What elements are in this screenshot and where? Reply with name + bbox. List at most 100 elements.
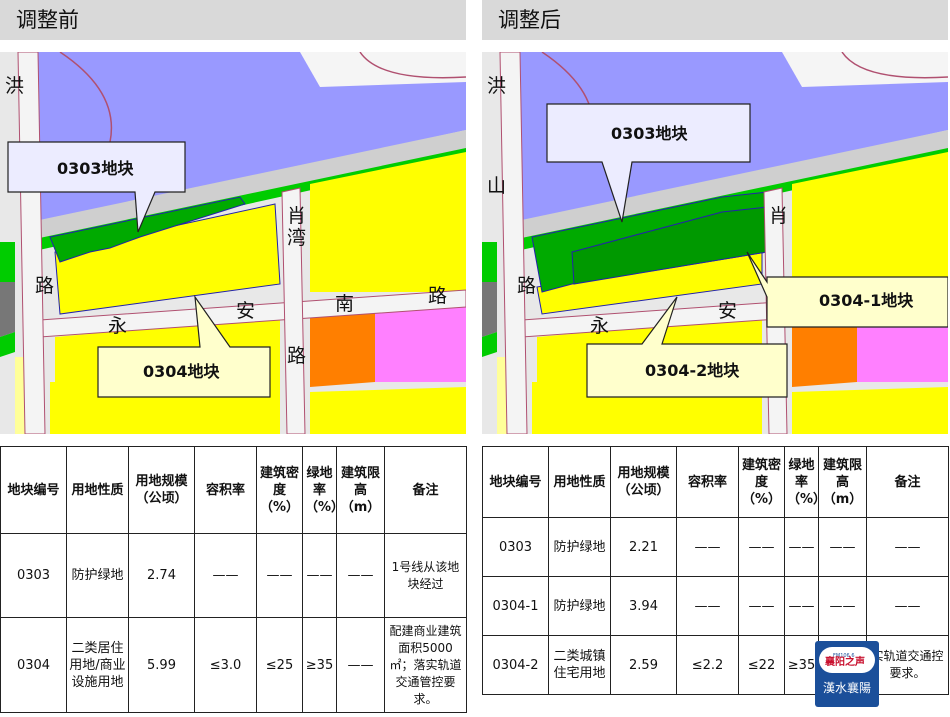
cell: ≤3.0	[194, 617, 257, 713]
cell: ≥35	[302, 617, 337, 713]
table-row: 0304 二类居住用地/商业设施用地 5.99 ≤3.0 ≤25 ≥35 —— …	[0, 617, 467, 713]
cell: ——	[676, 517, 739, 577]
header-parcel-id: 地块编号	[0, 446, 67, 534]
residential-se	[310, 387, 466, 434]
cell: 防护绿地	[548, 576, 611, 636]
cell: ——	[256, 533, 303, 618]
road-label-an: 安	[718, 300, 737, 322]
cell: 防护绿地	[66, 533, 129, 618]
cell: 2.59	[610, 635, 677, 695]
table-header-row: 地块编号 用地性质 用地规模（公顷） 容积率 建筑密度（%） 绿地率（%） 建筑…	[0, 446, 467, 534]
header-area: 用地规模（公顷）	[128, 446, 195, 534]
gray-block-left	[0, 282, 15, 337]
road-label-hong: 洪	[5, 75, 24, 97]
watermark-cloud: FM106.6 襄阳之声	[819, 647, 875, 673]
cell: ≥35	[784, 635, 819, 695]
cell: ——	[784, 576, 819, 636]
cell: ——	[676, 576, 739, 636]
cell: 0303	[482, 517, 549, 577]
header-notes: 备注	[866, 446, 949, 518]
road-label-hong: 洪	[487, 75, 506, 97]
cell: 防护绿地	[548, 517, 611, 577]
panel-title-before: 调整前	[0, 0, 466, 40]
road-label-xiao: 肖	[769, 205, 788, 227]
road-label-yong: 永	[108, 315, 127, 337]
road-label-nan: 南	[335, 293, 354, 315]
cell: ——	[818, 517, 867, 577]
cell-note: ——	[866, 517, 949, 577]
cell: ≤25	[256, 617, 303, 713]
panel-before: 调整前 洪 路 永 安 南 路 肖 湾 路 0303地块 0304地块 地块编号…	[0, 0, 467, 717]
panel-after: 调整后 洪 山 路 永 安 肖 0303地块 0304-1地块 0304-2地块…	[482, 0, 949, 717]
header-green-ratio: 绿地率（%）	[302, 446, 344, 534]
header-height-limit: 建筑限高（m）	[818, 446, 867, 518]
pink-block	[375, 304, 466, 382]
cell: ——	[738, 517, 785, 577]
road-label-xiao: 肖	[287, 205, 306, 227]
commercial-block	[310, 312, 375, 387]
table-row: 0304-1 防护绿地 3.94 —— —— —— —— ——	[482, 576, 949, 636]
table-before: 地块编号 用地性质 用地规模（公顷） 容积率 建筑密度（%） 绿地率（%） 建筑…	[0, 446, 467, 713]
cell: 0304	[0, 617, 67, 713]
green-strip-left	[0, 242, 15, 282]
cell-note: 1号线从该地块经过	[384, 533, 467, 618]
panel-title-after: 调整后	[482, 0, 948, 40]
watermark-bottom-text: 漢水襄陽	[822, 681, 871, 695]
map-before-svg: 洪 路 永 安 南 路 肖 湾 路 0303地块 0304地块	[0, 52, 466, 434]
cell: 2.21	[610, 517, 677, 577]
header-green-ratio: 绿地率（%）	[784, 446, 826, 518]
cell: ——	[302, 533, 337, 618]
green-strip-left	[482, 242, 497, 282]
road-label-yong: 永	[590, 315, 609, 337]
cell: ——	[738, 576, 785, 636]
cell: 0303	[0, 533, 67, 618]
callout-0304-label: 0304地块	[143, 362, 221, 381]
cell: ——	[336, 617, 385, 713]
table-row: 0303 防护绿地 2.74 —— —— —— —— 1号线从该地块经过	[0, 533, 467, 618]
road-label-shan: 山	[487, 175, 506, 197]
road-label-lu-right: 路	[428, 285, 447, 307]
header-notes: 备注	[384, 446, 467, 534]
header-land-use: 用地性质	[66, 446, 129, 534]
residential-se	[792, 387, 948, 434]
header-height-limit: 建筑限高（m）	[336, 446, 385, 534]
cell: ——	[784, 517, 819, 577]
header-far: 容积率	[194, 446, 257, 534]
header-area: 用地规模（公顷）	[610, 446, 677, 518]
header-density: 建筑密度（%）	[256, 446, 303, 534]
cell: 二类城镇住宅用地	[548, 635, 611, 695]
watermark-top-text: 襄阳之声	[825, 657, 865, 668]
watermark-logo: FM106.6 襄阳之声 漢水襄陽	[815, 641, 879, 707]
cell: 2.74	[128, 533, 195, 618]
cell: ——	[818, 576, 867, 636]
cell: 二类居住用地/商业设施用地	[66, 617, 129, 713]
road-label-lu-mid: 路	[287, 345, 306, 367]
callout-0304-1-label: 0304-1地块	[819, 291, 914, 310]
callout-0303-label: 0303地块	[57, 159, 135, 178]
cell: ——	[336, 533, 385, 618]
road-label-wan: 湾	[287, 227, 306, 249]
road-label-lu: 路	[35, 275, 54, 297]
cell-note: 配建商业建筑面积5000㎡；落实轨道交通管控要求。	[384, 617, 467, 713]
cell: ——	[194, 533, 257, 618]
table-row: 0303 防护绿地 2.21 —— —— —— —— ——	[482, 517, 949, 577]
map-after-svg: 洪 山 路 永 安 肖 路 0303地块 0304-1地块 0304-2地块	[482, 52, 948, 434]
map-before: 洪 路 永 安 南 路 肖 湾 路 0303地块 0304地块	[0, 52, 466, 434]
header-parcel-id: 地块编号	[482, 446, 549, 518]
table-header-row: 地块编号 用地性质 用地规模（公顷） 容积率 建筑密度（%） 绿地率（%） 建筑…	[482, 446, 949, 518]
map-after: 洪 山 路 永 安 肖 路 0303地块 0304-1地块 0304-2地块	[482, 52, 948, 434]
callout-0303-label: 0303地块	[611, 124, 689, 143]
callout-0304-2-label: 0304-2地块	[645, 361, 740, 380]
cell: 0304-2	[482, 635, 549, 695]
cell-note: ——	[866, 576, 949, 636]
cell: 5.99	[128, 617, 195, 713]
header-density: 建筑密度（%）	[738, 446, 785, 518]
header-far: 容积率	[676, 446, 739, 518]
cell: 3.94	[610, 576, 677, 636]
road-label-an: 安	[236, 300, 255, 322]
header-land-use: 用地性质	[548, 446, 611, 518]
cell: ≤22	[738, 635, 785, 695]
road-label-lu: 路	[517, 275, 536, 297]
gray-block-left	[482, 282, 497, 337]
cell: 0304-1	[482, 576, 549, 636]
